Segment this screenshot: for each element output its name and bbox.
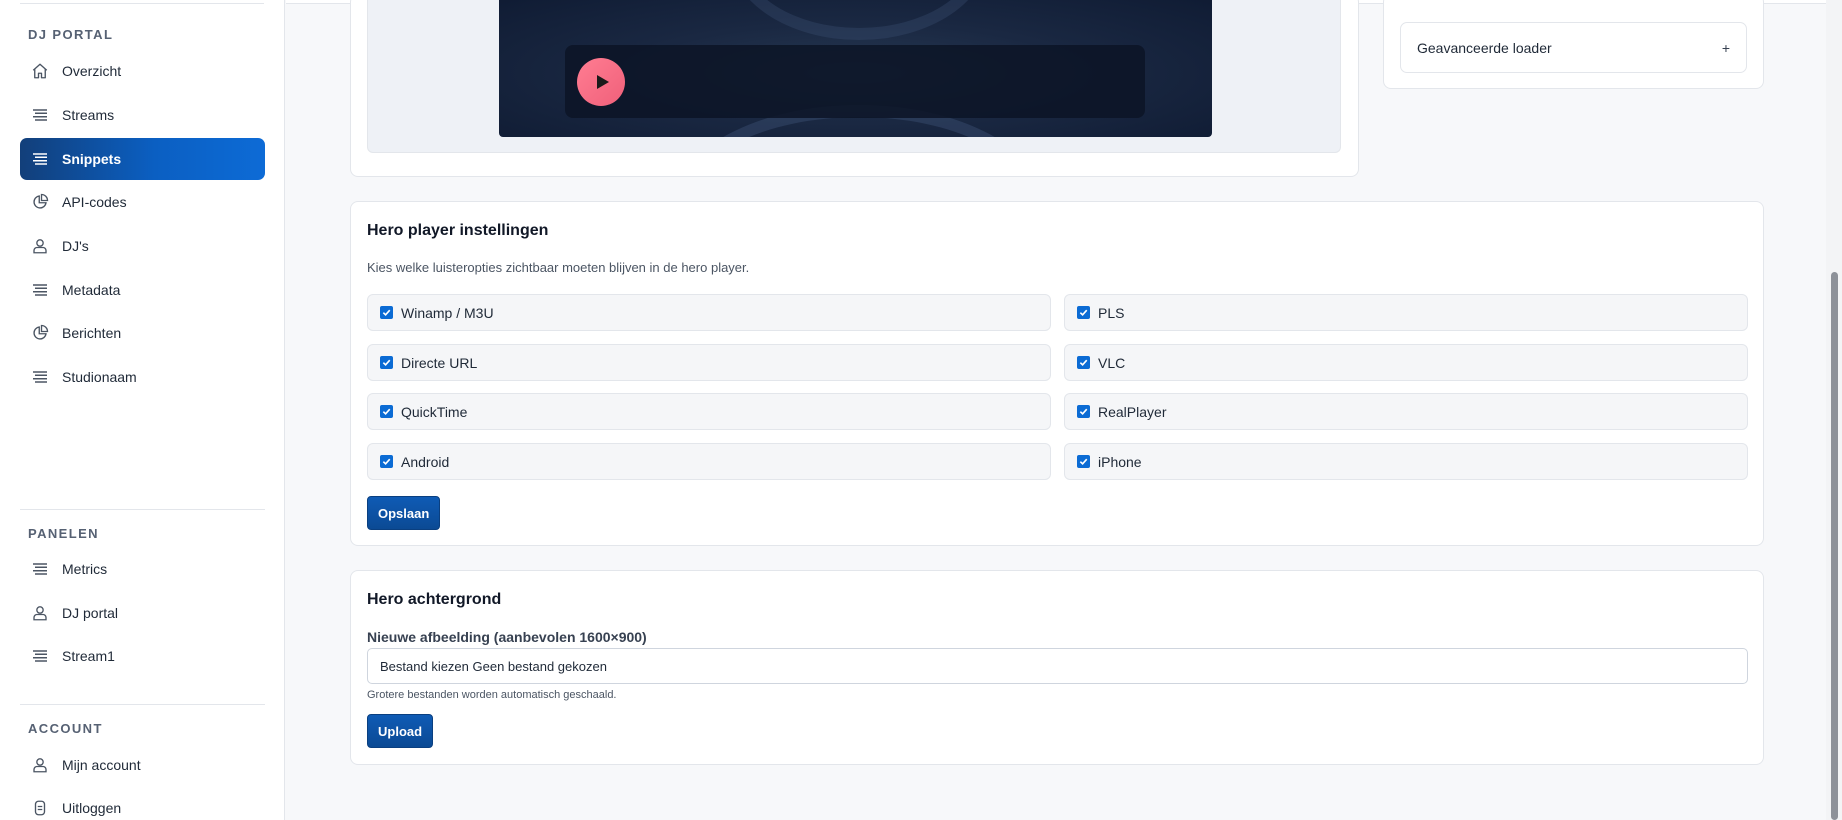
sidebar-item-stream1[interactable]: Stream1 <box>20 635 265 677</box>
checkbox-checked-icon <box>1077 405 1090 418</box>
lines-icon <box>30 280 50 300</box>
section-title-account: ACCOUNT <box>28 721 103 736</box>
sidebar-item-uitloggen[interactable]: Uitloggen <box>20 787 265 820</box>
option-vlc[interactable]: VLC <box>1064 344 1748 381</box>
checkbox-checked-icon <box>380 306 393 319</box>
sidebar-item-label: Stream1 <box>62 648 115 664</box>
save-button[interactable]: Opslaan <box>367 496 441 530</box>
option-pls[interactable]: PLS <box>1064 294 1748 331</box>
checkbox-checked-icon <box>380 356 393 369</box>
sidebar-item-label: Metadata <box>62 282 121 298</box>
hero-player-preview <box>499 0 1212 137</box>
lines-icon <box>30 367 50 387</box>
logout-icon <box>30 798 50 818</box>
scrollbar-thumb[interactable] <box>1831 272 1838 820</box>
checkbox-checked-icon <box>380 455 393 468</box>
sidebar-item-mijn-account[interactable]: Mijn account <box>20 744 265 786</box>
lines-icon <box>30 149 50 169</box>
pie-chart-icon <box>30 323 50 343</box>
user-icon <box>30 236 50 256</box>
user-icon <box>30 603 50 623</box>
sidebar-item-label: API-codes <box>62 194 127 210</box>
sidebar-item-metadata[interactable]: Metadata <box>20 269 265 311</box>
play-button[interactable] <box>577 58 625 106</box>
sidebar-item-streams[interactable]: Streams <box>20 94 265 136</box>
hero-settings-description: Kies welke luisteropties zichtbaar moete… <box>367 260 750 275</box>
sidebar-divider <box>20 704 265 705</box>
sidebar-item-label: DJ portal <box>62 605 119 621</box>
option-label: Directe URL <box>401 354 478 371</box>
checkbox-checked-icon <box>1077 356 1090 369</box>
option-label: Winamp / M3U <box>401 304 494 321</box>
sidebar-top-edge <box>20 0 264 4</box>
lines-icon <box>30 646 50 666</box>
lines-icon <box>30 559 50 579</box>
option-label: VLC <box>1098 354 1126 371</box>
sidebar-item-label: Streams <box>62 107 115 123</box>
section-title-dj-portal: DJ PORTAL <box>28 27 114 42</box>
image-field-label: Nieuwe afbeelding (aanbevolen 1600×900) <box>367 629 647 645</box>
hero-settings-card: Hero player instellingen Kies welke luis… <box>350 201 1764 546</box>
sidebar-item-berichten[interactable]: Berichten <box>20 312 265 354</box>
sidebar-item-label: Overzicht <box>62 63 122 79</box>
sidebar-item-label: Berichten <box>62 325 122 341</box>
play-icon <box>593 74 610 90</box>
option-label: QuickTime <box>401 403 468 420</box>
advanced-loader-toggle[interactable]: Geavanceerde loader + <box>1400 22 1747 73</box>
sidebar-item-label: DJ's <box>62 238 89 254</box>
sidebar-item-label: Uitloggen <box>62 800 122 816</box>
advanced-loader-label: Geavanceerde loader <box>1417 39 1552 56</box>
hero-background-title: Hero achtergrond <box>367 591 502 608</box>
sidebar-item-djs[interactable]: DJ's <box>20 225 265 267</box>
option-label: iPhone <box>1098 453 1142 470</box>
pie-chart-icon <box>30 192 50 212</box>
file-hint: Grotere bestanden worden automatisch ges… <box>367 689 617 701</box>
sidebar: DJ PORTAL Overzicht Streams Snippets API… <box>0 0 285 820</box>
section-title-panelen: PANELEN <box>28 526 99 541</box>
option-label: Android <box>401 453 450 470</box>
home-icon <box>30 61 50 81</box>
option-android[interactable]: Android <box>367 443 1051 480</box>
sidebar-item-label: Studionaam <box>62 369 137 385</box>
sidebar-item-snippets[interactable]: Snippets <box>20 138 265 180</box>
option-directe-url[interactable]: Directe URL <box>367 344 1051 381</box>
checkbox-checked-icon <box>380 405 393 418</box>
file-input[interactable]: Bestand kiezen Geen bestand gekozen <box>367 648 1748 684</box>
option-winamp-m3u[interactable]: Winamp / M3U <box>367 294 1051 331</box>
upload-button[interactable]: Upload <box>367 714 434 748</box>
sidebar-item-label: Metrics <box>62 561 108 577</box>
checkbox-checked-icon <box>1077 455 1090 468</box>
lines-icon <box>30 105 50 125</box>
advanced-card: Geavanceerde loader + <box>1383 0 1764 89</box>
sidebar-item-label: Mijn account <box>62 757 141 773</box>
scrollbar[interactable] <box>1826 0 1842 820</box>
sidebar-item-api-codes[interactable]: API-codes <box>20 181 265 223</box>
sidebar-item-metrics[interactable]: Metrics <box>20 548 265 590</box>
sidebar-item-studionaam[interactable]: Studionaam <box>20 356 265 398</box>
player-preview-card <box>350 0 1359 177</box>
player-preview-frame <box>367 0 1341 153</box>
hero-background-card: Hero achtergrond Nieuwe afbeelding (aanb… <box>350 570 1764 765</box>
checkbox-checked-icon <box>1077 306 1090 319</box>
option-quicktime[interactable]: QuickTime <box>367 393 1051 430</box>
hero-settings-title: Hero player instellingen <box>367 222 549 239</box>
plus-icon: + <box>1721 39 1730 56</box>
option-label: PLS <box>1098 304 1125 321</box>
option-iphone[interactable]: iPhone <box>1064 443 1748 480</box>
option-realplayer[interactable]: RealPlayer <box>1064 393 1748 430</box>
sidebar-item-dj-portal[interactable]: DJ portal <box>20 592 265 634</box>
decorative-ring <box>729 0 989 40</box>
option-label: RealPlayer <box>1098 403 1167 420</box>
player-controls <box>565 45 1145 118</box>
sidebar-item-overzicht[interactable]: Overzicht <box>20 50 265 92</box>
user-icon <box>30 755 50 775</box>
sidebar-divider <box>20 509 265 510</box>
sidebar-item-label: Snippets <box>62 151 122 167</box>
